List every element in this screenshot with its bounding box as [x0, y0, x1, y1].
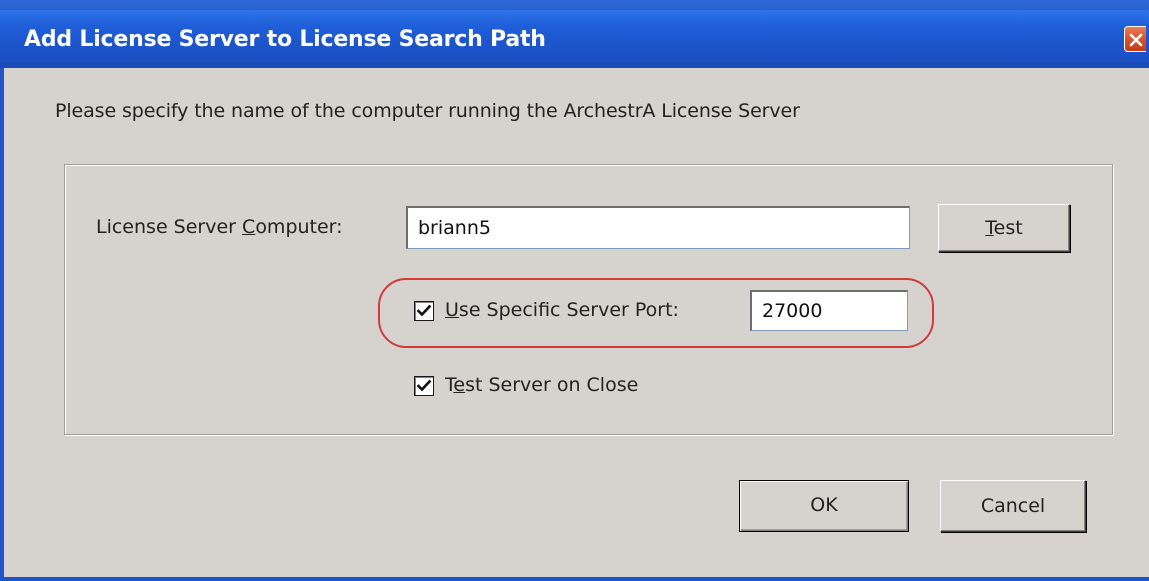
label-part: se Specific Server Port: [458, 299, 679, 321]
button-accelerator: T [985, 217, 994, 239]
ok-button[interactable]: OK [739, 480, 909, 532]
label-part: License Server [96, 216, 243, 238]
label-accelerator: U [445, 299, 459, 321]
button-label: est [993, 217, 1023, 239]
checkmark-icon [416, 304, 432, 317]
close-button[interactable] [1124, 26, 1146, 52]
prompt-text: Please specify the name of the computer … [55, 100, 800, 122]
license-server-computer-label: License Server Computer: [96, 216, 343, 238]
close-icon [1129, 33, 1143, 47]
test-button[interactable]: Test [938, 204, 1070, 252]
title-bar[interactable]: Add License Server to License Search Pat… [0, 0, 1149, 68]
label-part: st Server on Close [465, 374, 639, 396]
label-accelerator: e [453, 374, 466, 396]
use-specific-port-checkbox[interactable] [414, 301, 434, 321]
test-server-on-close-checkbox[interactable] [414, 376, 434, 396]
label-accelerator: C [242, 216, 256, 238]
test-server-on-close-label[interactable]: Test Server on Close [445, 374, 638, 396]
license-server-computer-input[interactable] [406, 206, 910, 249]
cancel-button[interactable]: Cancel [940, 480, 1086, 532]
use-specific-port-label[interactable]: Use Specific Server Port: [445, 299, 679, 321]
window-title: Add License Server to License Search Pat… [24, 27, 546, 52]
checkmark-icon [416, 379, 432, 392]
server-port-input[interactable] [750, 290, 908, 331]
dialog-window: Add License Server to License Search Pat… [0, 0, 1149, 581]
label-part: omputer: [255, 216, 343, 238]
